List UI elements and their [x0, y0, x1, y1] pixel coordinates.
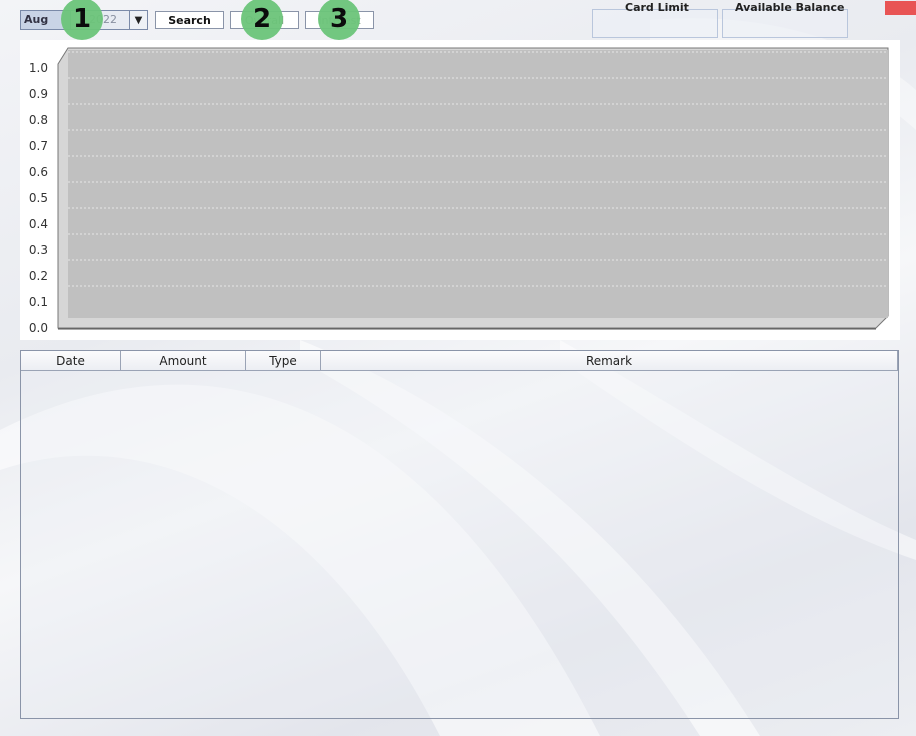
available-balance-box: Available Balance: [722, 1, 848, 38]
annotation-badge-2: 2: [241, 0, 283, 40]
y-tick-label: 0.3: [29, 243, 48, 257]
annotation-badge-1: 1: [61, 0, 103, 40]
annotation-badge-3: 3: [318, 0, 360, 40]
bar-chart: 0.0 0.1 0.2 0.3 0.4 0.5 0.6 0.7 0.8 0.9 1.0: [29, 47, 889, 335]
y-tick-label: 0.5: [29, 191, 48, 205]
column-header-type[interactable]: Type: [246, 351, 321, 371]
transactions-table[interactable]: Date Amount Type Remark: [20, 350, 899, 719]
chart-panel: 0.0 0.1 0.2 0.3 0.4 0.5 0.6 0.7 0.8 0.9 1.0: [20, 40, 900, 340]
column-header-remark[interactable]: Remark: [321, 351, 898, 371]
y-tick-label: 1.0: [29, 61, 48, 75]
status-marker: [885, 1, 916, 15]
plot-area: [68, 50, 888, 318]
column-header-amount[interactable]: Amount: [121, 351, 246, 371]
y-tick-label: 0.8: [29, 113, 48, 127]
y-tick-label: 0.4: [29, 217, 48, 231]
chevron-down-icon[interactable]: ▼: [129, 11, 147, 29]
card-limit-box: Card Limit: [592, 1, 718, 38]
card-limit-label: Card Limit: [625, 1, 689, 14]
y-tick-label: 0.7: [29, 139, 48, 153]
column-header-date[interactable]: Date: [21, 351, 121, 371]
y-tick-label: 0.6: [29, 165, 48, 179]
search-button[interactable]: Search: [155, 11, 224, 29]
y-tick-label: 0.1: [29, 295, 48, 309]
y-tick-label: 0.2: [29, 269, 48, 283]
y-tick-label: 0.9: [29, 87, 48, 101]
y-tick-label: 0.0: [29, 321, 48, 335]
table-header: Date Amount Type Remark: [21, 351, 898, 371]
available-balance-label: Available Balance: [735, 1, 845, 14]
month-value: Aug: [24, 13, 49, 26]
